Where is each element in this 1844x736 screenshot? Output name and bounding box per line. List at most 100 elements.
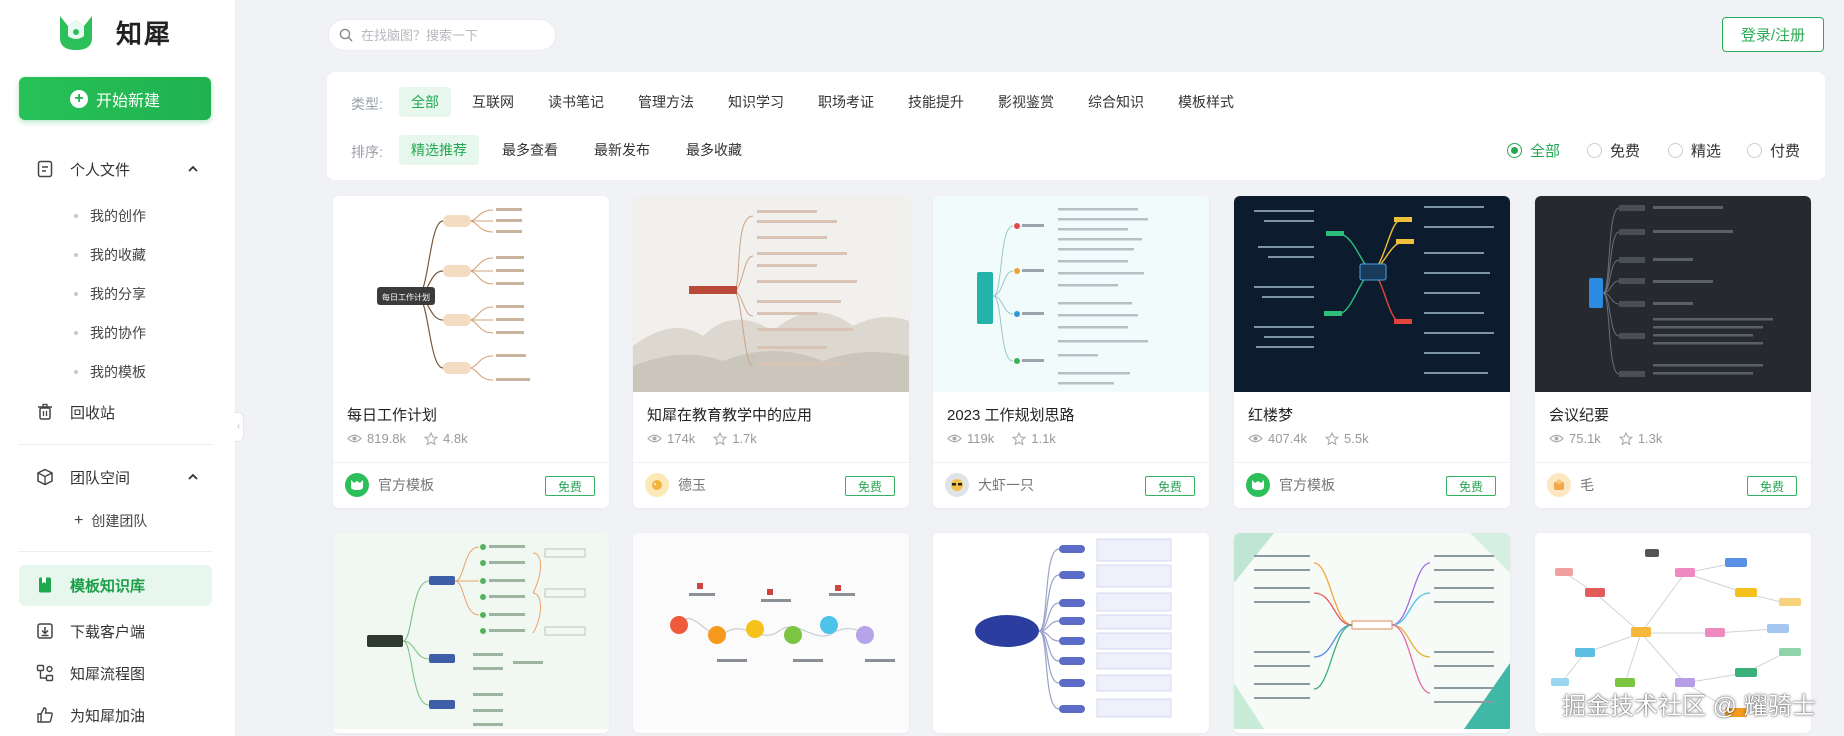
sort-newest[interactable]: 最新发布 (582, 135, 662, 165)
card-author[interactable]: 德玉 (645, 473, 706, 497)
free-badge: 免费 (1145, 476, 1195, 496)
type-filter-skills[interactable]: 技能提升 (896, 87, 976, 117)
nav-my-templates[interactable]: 我的模板 (74, 360, 146, 384)
nav-cheer[interactable]: 为知犀加油 (36, 700, 145, 730)
price-radio-all[interactable]: 全部 (1507, 140, 1560, 161)
create-new-button[interactable]: + 开始新建 (19, 77, 211, 120)
mindmap-thumbnail-meeting-minutes (1535, 196, 1811, 392)
card-thumbnail (933, 196, 1209, 392)
mindmap-thumbnail-dream-red-mansions (1234, 196, 1510, 392)
card-stats: 174k 1.7k (647, 431, 775, 446)
card-thumbnail (633, 196, 909, 392)
card-stars: 4.8k (443, 431, 468, 446)
nav-team-space-label: 团队空间 (70, 469, 131, 487)
search-icon (339, 28, 353, 42)
card-stars: 1.3k (1637, 431, 1663, 446)
template-card[interactable]: 红楼梦 407.4k 5.5k 官方模板 免费 (1234, 196, 1510, 508)
card-divider (933, 462, 1209, 463)
eye-icon (1248, 434, 1263, 443)
brand-logo[interactable]: 知犀 (54, 12, 172, 52)
eye-icon (947, 434, 962, 443)
star-icon (424, 431, 439, 446)
price-radio-paid[interactable]: 付费 (1747, 140, 1800, 161)
card-stats: 75.1k 1.3k (1549, 431, 1680, 446)
bullet-dot (74, 370, 78, 374)
search-input[interactable] (361, 27, 541, 43)
nav-team-space[interactable]: 团队空间 (36, 462, 198, 492)
template-card[interactable]: 2023 工作规划思路 119k 1.1k 大虾一只 免费 (933, 196, 1209, 508)
bullet-dot (74, 253, 78, 257)
file-icon (37, 160, 53, 178)
nav-personal-files[interactable]: 个人文件 (36, 154, 198, 184)
free-badge: 免费 (1446, 476, 1496, 496)
template-card[interactable] (633, 533, 909, 733)
type-filter-reading-notes[interactable]: 读书笔记 (536, 87, 616, 117)
card-stats: 119k 1.1k (947, 431, 1074, 446)
card-divider (333, 462, 609, 463)
free-badge: 免费 (545, 476, 595, 496)
card-title: 每日工作计划 (347, 407, 438, 424)
radio-unchecked (1587, 143, 1602, 158)
template-card[interactable]: 每日工作计划 每日工作计划 819.8k 4.8k 官方模板 免费 (333, 196, 609, 508)
nav-my-collaborations[interactable]: 我的协作 (74, 321, 146, 345)
price-radio-free[interactable]: 免费 (1587, 140, 1640, 161)
template-card[interactable] (933, 533, 1209, 733)
sort-most-favorited[interactable]: 最多收藏 (674, 135, 754, 165)
mindmap-thumbnail-work-plan (933, 196, 1209, 392)
card-author[interactable]: 官方模板 (1246, 473, 1335, 497)
type-filter-management[interactable]: 管理方法 (626, 87, 706, 117)
trash-icon (38, 403, 52, 420)
template-card[interactable] (333, 533, 609, 733)
author-avatar-icon (645, 473, 669, 497)
nav-my-templates-label: 我的模板 (90, 364, 146, 380)
mindmap-thumbnail-analysis (933, 533, 1209, 729)
sort-most-viewed[interactable]: 最多查看 (490, 135, 570, 165)
nav-flowchart[interactable]: 知犀流程图 (36, 658, 145, 688)
nav-recycle-bin[interactable]: 回收站 (36, 397, 115, 427)
type-filter-template-style[interactable]: 模板样式 (1166, 87, 1246, 117)
card-thumbnail (333, 533, 609, 729)
type-filter-film[interactable]: 影视鉴赏 (986, 87, 1066, 117)
login-register-button[interactable]: 登录/注册 (1722, 17, 1824, 52)
template-card[interactable]: 知犀在教育教学中的应用 174k 1.7k 德玉 免费 (633, 196, 909, 508)
mindmap-thumbnail-education (633, 196, 909, 392)
card-title: 2023 工作规划思路 (947, 407, 1075, 424)
nav-download-client[interactable]: 下载客户端 (36, 616, 145, 646)
price-radio-all-label: 全部 (1530, 143, 1561, 160)
nav-template-library[interactable]: 模板知识库 (36, 570, 145, 600)
card-author[interactable]: 官方模板 (345, 473, 434, 497)
type-filter-all[interactable]: 全部 (399, 87, 451, 117)
sidebar-collapse-handle[interactable]: ‹ (234, 412, 244, 442)
nav-my-shares[interactable]: 我的分享 (74, 282, 146, 306)
card-author[interactable]: 毛 (1547, 473, 1594, 497)
card-author[interactable]: 大虾一只 (945, 473, 1034, 497)
sidebar-divider (18, 551, 212, 552)
nav-create-team-label: 创建团队 (91, 513, 148, 529)
plus-icon: + (74, 512, 84, 529)
chevron-up-icon[interactable] (186, 162, 200, 176)
author-name: 官方模板 (378, 477, 434, 493)
type-filter-internet[interactable]: 互联网 (460, 87, 526, 117)
nav-create-team[interactable]: + 创建团队 (74, 509, 147, 533)
nav-cheer-label: 为知犀加油 (70, 707, 146, 725)
star-icon (713, 431, 728, 446)
nav-personal-files-label: 个人文件 (70, 161, 131, 179)
nav-my-creations[interactable]: 我的创作 (74, 204, 146, 228)
search-box[interactable] (328, 19, 556, 51)
price-radio-selected-label: 精选 (1691, 143, 1722, 160)
type-filter-career-exam[interactable]: 职场考证 (806, 87, 886, 117)
book-icon (39, 577, 51, 593)
type-filter-knowledge[interactable]: 知识学习 (716, 87, 796, 117)
author-avatar-rhino-icon (345, 473, 369, 497)
card-divider (1234, 462, 1510, 463)
type-filter-general[interactable]: 综合知识 (1076, 87, 1156, 117)
flowchart-icon (36, 664, 54, 682)
bullet-dot (74, 214, 78, 218)
template-card[interactable] (1234, 533, 1510, 733)
nav-my-favorites[interactable]: 我的收藏 (74, 243, 146, 267)
free-badge: 免费 (845, 476, 895, 496)
price-radio-selected[interactable]: 精选 (1668, 140, 1721, 161)
template-card[interactable]: 会议纪要 75.1k 1.3k 毛 免费 (1535, 196, 1811, 508)
chevron-up-icon[interactable] (186, 470, 200, 484)
sort-featured[interactable]: 精选推荐 (399, 135, 479, 165)
